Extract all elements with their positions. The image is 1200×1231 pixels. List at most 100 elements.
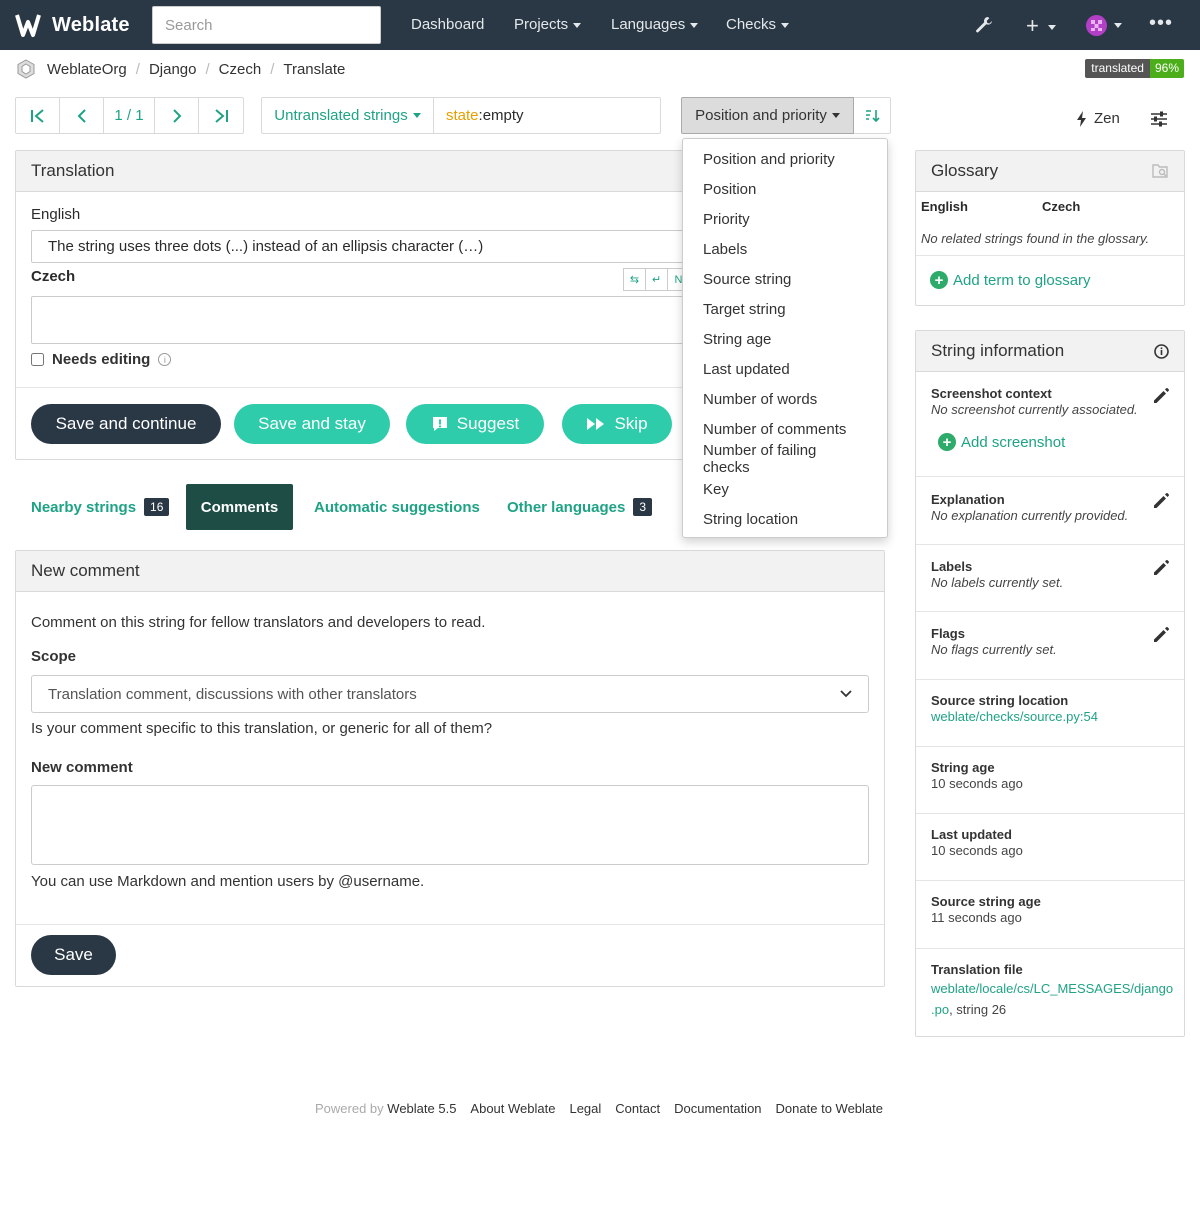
footer-contact-link[interactable]: Contact (615, 1101, 660, 1116)
tab-nearby-strings-label: Nearby strings (31, 498, 137, 516)
add-screenshot-link[interactable]: + Add screenshot (938, 433, 1065, 451)
save-and-continue-button[interactable]: Save and continue (31, 404, 221, 444)
source-age-title: Source string age (931, 894, 1041, 909)
powered-by-label: Powered by (315, 1101, 384, 1116)
navbar: Weblate Dashboard Projects Languages Che… (0, 0, 1200, 50)
copy-source-icon[interactable]: ⇆ (623, 268, 646, 291)
caret-down-icon (412, 113, 421, 118)
sort-menu-item[interactable]: String location (683, 504, 887, 534)
sort-menu-item[interactable]: Position (683, 174, 887, 204)
sort-direction-button[interactable] (854, 97, 891, 134)
info-icon[interactable] (1154, 343, 1169, 359)
sort-menu-item[interactable]: Target string (683, 294, 887, 324)
sort-menu-item[interactable]: Number of words (683, 384, 887, 414)
weblate-version-link[interactable]: Weblate 5.5 (387, 1101, 456, 1116)
explanation-value: No explanation currently provided. (931, 508, 1129, 523)
breadcrumb-language[interactable]: Czech (219, 61, 262, 78)
sort-dropdown-button[interactable]: Position and priority (681, 97, 854, 134)
search-input[interactable] (152, 6, 381, 44)
glossary-search-icon[interactable] (1151, 162, 1169, 180)
nav-languages-label: Languages (611, 16, 686, 33)
query-value: :empty (478, 107, 524, 124)
pencil-icon[interactable] (1152, 626, 1170, 644)
filter-dropdown-button[interactable]: Untranslated strings (261, 97, 433, 134)
breadcrumb-project-org[interactable]: WeblateOrg (47, 61, 127, 78)
string-age-value: 10 seconds ago (931, 776, 1023, 791)
source-age-value: 11 seconds ago (931, 910, 1022, 925)
suggest-button[interactable]: Suggest (406, 404, 544, 444)
sort-menu-item[interactable]: Labels (683, 234, 887, 264)
sort-menu-item[interactable]: Position and priority (683, 144, 887, 174)
add-term-link[interactable]: + Add term to glossary (930, 271, 1091, 289)
info-icon[interactable]: i (158, 353, 172, 366)
more-icon[interactable]: ••• (1149, 12, 1173, 35)
flags-value: No flags currently set. (931, 642, 1057, 657)
zen-mode-button[interactable]: Zen (1076, 110, 1120, 127)
caret-down-icon (1114, 22, 1122, 28)
last-updated-value: 10 seconds ago (931, 843, 1023, 858)
last-string-button[interactable] (199, 98, 243, 133)
caret-down-icon (690, 22, 699, 28)
flags-title: Flags (931, 626, 965, 641)
sliders-icon[interactable] (1150, 110, 1168, 128)
nav-languages[interactable]: Languages (611, 16, 699, 33)
first-page-icon (30, 108, 44, 123)
sort-menu-item[interactable]: Key (683, 474, 887, 504)
translation-file-path: weblate/locale/cs/LC_MESSAGES/django (931, 981, 1174, 996)
breadcrumb-project[interactable]: Django (149, 61, 197, 78)
last-updated-title: Last updated (931, 827, 1012, 842)
previous-string-button[interactable] (60, 98, 104, 133)
tab-automatic-suggestions[interactable]: Automatic suggestions (314, 484, 480, 530)
needs-editing-input[interactable] (31, 353, 44, 366)
needs-editing-checkbox[interactable]: Needs editing i (31, 351, 172, 368)
pencil-icon[interactable] (1152, 492, 1170, 510)
add-menu[interactable]: + (1026, 13, 1056, 39)
add-term-label: Add term to glossary (953, 271, 1091, 289)
footer-about-link[interactable]: About Weblate (470, 1101, 555, 1116)
pencil-icon[interactable] (1152, 559, 1170, 577)
filter-query-input[interactable]: state:empty (433, 97, 661, 134)
footer-donate-link[interactable]: Donate to Weblate (776, 1101, 883, 1116)
source-location-link[interactable]: weblate/checks/source.py:54 (931, 709, 1169, 724)
suggest-label: Suggest (456, 414, 520, 433)
save-comment-button[interactable]: Save (31, 935, 116, 975)
next-string-button[interactable] (155, 98, 199, 133)
tab-comments[interactable]: Comments (186, 484, 293, 530)
nav-projects[interactable]: Projects (514, 16, 582, 33)
query-key: state (446, 107, 479, 124)
string-information-title: String information (931, 341, 1065, 360)
sort-menu-item[interactable]: String age (683, 324, 887, 354)
comment-textarea[interactable] (31, 785, 869, 865)
brand[interactable]: Weblate (14, 12, 130, 38)
sort-menu-item[interactable]: Number of comments (683, 414, 887, 444)
scope-select[interactable]: Translation comment, discussions with ot… (31, 675, 869, 713)
insert-newline-icon[interactable]: ↵ (645, 268, 668, 291)
nav-checks[interactable]: Checks (726, 16, 790, 33)
sort-menu-item[interactable]: Last updated (683, 354, 887, 384)
footer-legal-link[interactable]: Legal (569, 1101, 601, 1116)
footer-documentation-link[interactable]: Documentation (674, 1101, 761, 1116)
scope-label: Scope (31, 648, 77, 665)
sort-menu-item[interactable]: Priority (683, 204, 887, 234)
nav-dashboard[interactable]: Dashboard (411, 16, 484, 33)
user-menu[interactable] (1086, 14, 1122, 36)
flags-row: Flags No flags currently set. (916, 612, 1184, 680)
save-and-stay-button[interactable]: Save and stay (234, 404, 390, 444)
status-badge[interactable]: translated 96% (1085, 59, 1184, 78)
first-string-button[interactable] (16, 98, 60, 133)
tab-other-languages[interactable]: Other languages 3 (507, 484, 653, 530)
tab-nearby-strings[interactable]: Nearby strings 16 (31, 484, 170, 530)
source-language-label: English (31, 206, 81, 223)
pencil-icon[interactable] (1152, 387, 1170, 405)
weblate-logo-icon (15, 14, 41, 37)
skip-button[interactable]: Skip (562, 404, 672, 444)
sort-menu-item[interactable]: Source string (683, 264, 887, 294)
comment-label: New comment (31, 759, 133, 776)
breadcrumb-separator: / (205, 60, 210, 78)
brand-name: Weblate (52, 13, 130, 36)
nav-checks-label: Checks (726, 16, 777, 33)
explanation-row: Explanation No explanation currently pro… (916, 477, 1184, 545)
sort-menu-item[interactable]: Number of failing checks (683, 442, 887, 476)
tab-other-languages-label: Other languages (507, 498, 626, 516)
wrench-icon[interactable] (974, 15, 994, 35)
